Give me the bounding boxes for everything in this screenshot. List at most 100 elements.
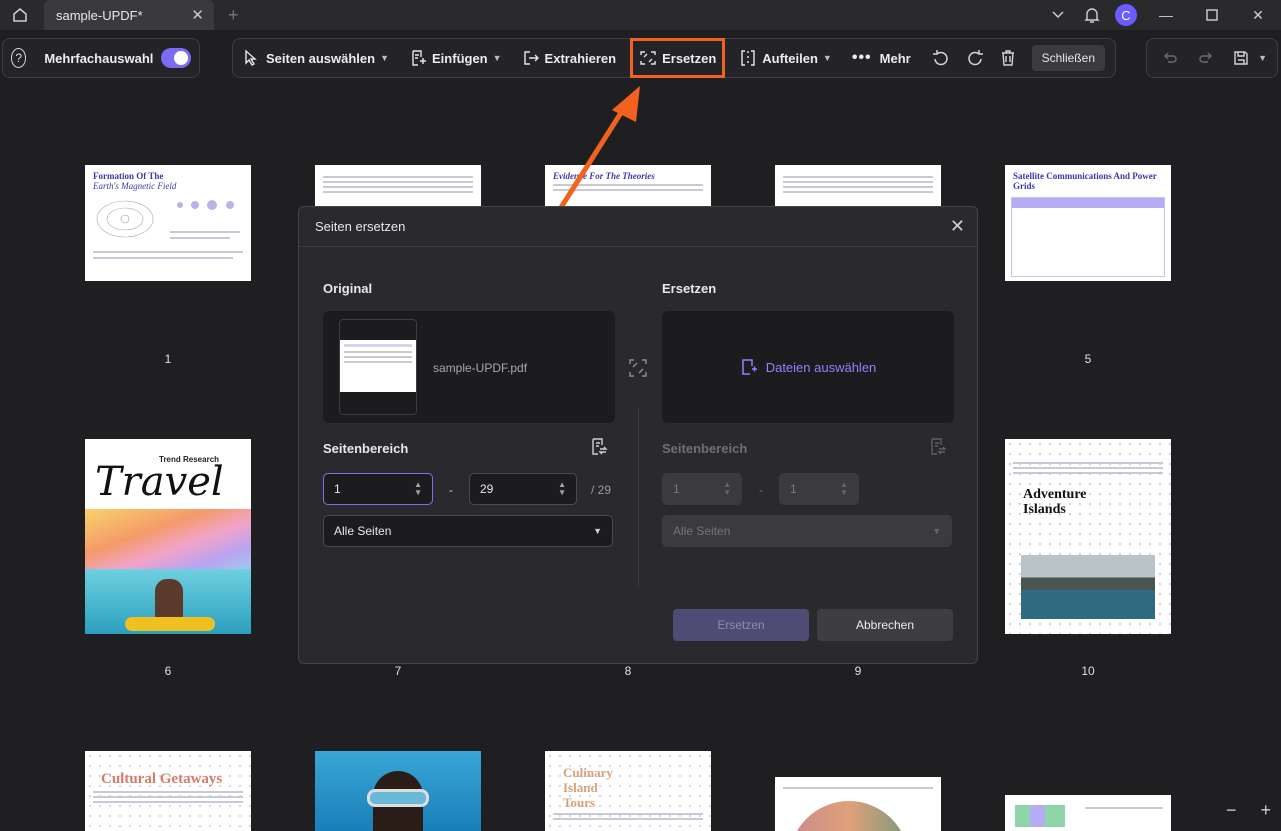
page-thumbnail-4[interactable] [775, 165, 941, 207]
swap-icon [627, 357, 649, 384]
original-file-box: sample-UPDF.pdf [323, 311, 615, 423]
add-file-icon [741, 359, 757, 375]
thumb-title: Cultural Getaways [101, 771, 223, 787]
page-thumbnail-1[interactable]: Formation Of The Earth's Magnetic Field [85, 165, 251, 281]
replace-range-to-input: 1 ▲ ▼ [779, 473, 859, 505]
split-icon [741, 50, 755, 66]
replace-page-subset-value: Alle Seiten [673, 524, 731, 538]
replace-range-from-input: 1 ▲ ▼ [662, 473, 742, 505]
replace-label: Ersetzen [662, 281, 717, 296]
stepper-icon[interactable]: ▲ ▼ [414, 481, 422, 497]
page-thumbnail-13[interactable]: Culinary Island Tours [545, 751, 711, 831]
thumb-subtitle: Earth's Magnetic Field [93, 181, 177, 191]
range-from-input[interactable]: 1 ▲ ▼ [323, 473, 433, 505]
stepper-icon[interactable]: ▲ ▼ [558, 481, 566, 497]
original-file-name: sample-UPDF.pdf [433, 361, 528, 375]
multi-select-label: Mehrfachauswahl [44, 50, 154, 66]
page-number: 5 [1084, 352, 1092, 366]
replace-range-to-value: 1 [790, 482, 797, 496]
more-label: Mehr [879, 50, 911, 66]
range-to-input[interactable]: 29 ▲ ▼ [469, 473, 577, 505]
zoom-controls: − + [1202, 800, 1271, 821]
insert-label: Einfügen [432, 50, 488, 66]
page-thumbnail-11[interactable]: Cultural Getaways [85, 751, 251, 831]
chevron-down-icon: ▼ [932, 526, 941, 536]
select-pages-button[interactable]: Seiten auswählen ▼ [243, 38, 389, 78]
magnetic-field-figure [93, 200, 243, 259]
replace-page-range-label: Seitenbereich [662, 441, 748, 456]
avatar[interactable]: C [1115, 4, 1137, 26]
zoom-out-icon[interactable]: − [1226, 800, 1237, 821]
range-to-value: 29 [480, 482, 494, 496]
chevron-down-icon[interactable]: ▼ [1258, 53, 1267, 63]
page-thumbnail-5[interactable]: Satellite Communications And Power Grids [1005, 165, 1171, 281]
bell-icon[interactable] [1075, 6, 1109, 24]
rotate-right-icon[interactable] [965, 48, 985, 68]
more-button[interactable]: ••• Mehr [852, 38, 911, 78]
new-tab-icon[interactable]: + [228, 5, 239, 26]
replace-button[interactable]: Ersetzen [630, 38, 726, 78]
page-range-icon[interactable] [589, 437, 609, 462]
chevron-down-icon: ▼ [593, 526, 602, 536]
replace-page-range-icon [928, 437, 948, 462]
replace-range-dash: - [759, 483, 763, 497]
help-icon[interactable]: ? [11, 48, 27, 68]
close-dialog-icon[interactable]: ✕ [950, 216, 965, 237]
zoom-in-icon[interactable]: + [1260, 800, 1271, 821]
page-thumbnail-12[interactable] [315, 751, 481, 831]
chevron-down-icon: ▼ [822, 53, 832, 63]
home-icon[interactable] [0, 0, 40, 30]
insert-icon [412, 50, 427, 66]
page-number: 6 [164, 664, 172, 678]
maximize-icon[interactable] [1189, 9, 1235, 21]
choose-files-button[interactable]: Dateien auswählen [662, 311, 954, 423]
redo-icon[interactable] [1193, 50, 1219, 66]
cancel-button[interactable]: Abbrechen [817, 609, 953, 641]
close-tab-icon[interactable]: ✕ [191, 6, 204, 24]
extract-button[interactable]: Extrahieren [522, 38, 616, 78]
trash-icon[interactable] [999, 49, 1018, 67]
page-thumbnail-15[interactable] [1005, 795, 1171, 831]
close-page-tools-button[interactable]: Schließen [1031, 45, 1105, 71]
split-button[interactable]: Aufteilen ▼ [739, 38, 832, 78]
title-bar: sample-UPDF* ✕ + C — ✕ [0, 0, 1281, 30]
history-group: ▼ [1146, 38, 1278, 78]
replace-confirm-button[interactable]: Ersetzen [673, 609, 809, 641]
tab-label: sample-UPDF* [56, 7, 143, 23]
replace-label: Ersetzen [662, 50, 717, 66]
range-from-value: 1 [334, 482, 341, 496]
minimize-icon[interactable]: — [1143, 7, 1189, 23]
undo-icon[interactable] [1157, 50, 1183, 66]
chevron-down-icon: ▼ [492, 53, 502, 63]
insert-button[interactable]: Einfügen ▼ [409, 38, 502, 78]
page-number: 1 [164, 352, 172, 366]
stepper-icon: ▲ ▼ [723, 480, 731, 497]
page-subset-value: Alle Seiten [334, 524, 392, 538]
column-divider [638, 407, 639, 587]
page-thumbnail-14[interactable] [775, 777, 941, 831]
thumb-title: Formation Of The [93, 171, 164, 181]
total-pages: / 29 [591, 483, 612, 497]
close-window-icon[interactable]: ✕ [1235, 7, 1281, 24]
multi-select-group: ? Mehrfachauswahl [2, 38, 200, 78]
save-icon[interactable] [1228, 49, 1254, 67]
cursor-icon [245, 49, 257, 66]
page-number: 8 [624, 664, 632, 678]
document-tab[interactable]: sample-UPDF* ✕ [44, 0, 214, 30]
rotate-left-icon[interactable] [931, 48, 951, 68]
page-thumbnail-10[interactable]: Adventure Islands [1005, 439, 1171, 634]
page-subset-select[interactable]: Alle Seiten ▼ [323, 515, 613, 547]
original-label: Original [323, 281, 373, 296]
thumb-title: Travel [95, 459, 224, 505]
page-range-label: Seitenbereich [323, 441, 409, 456]
chevron-down-icon[interactable] [1041, 10, 1075, 20]
thumb-title: Adventure Islands [1023, 487, 1087, 517]
multi-select-toggle[interactable] [161, 48, 191, 68]
page-thumbnail-2[interactable] [315, 165, 481, 207]
original-thumbnail [339, 319, 417, 415]
extract-icon [523, 51, 539, 65]
select-pages-label: Seiten auswählen [266, 50, 376, 66]
page-thumbnail-6[interactable]: Trend Research Travel [85, 439, 251, 634]
replace-pages-dialog: Seiten ersetzen ✕ Original Ersetzen samp… [298, 206, 978, 664]
page-number: 10 [1081, 664, 1095, 678]
